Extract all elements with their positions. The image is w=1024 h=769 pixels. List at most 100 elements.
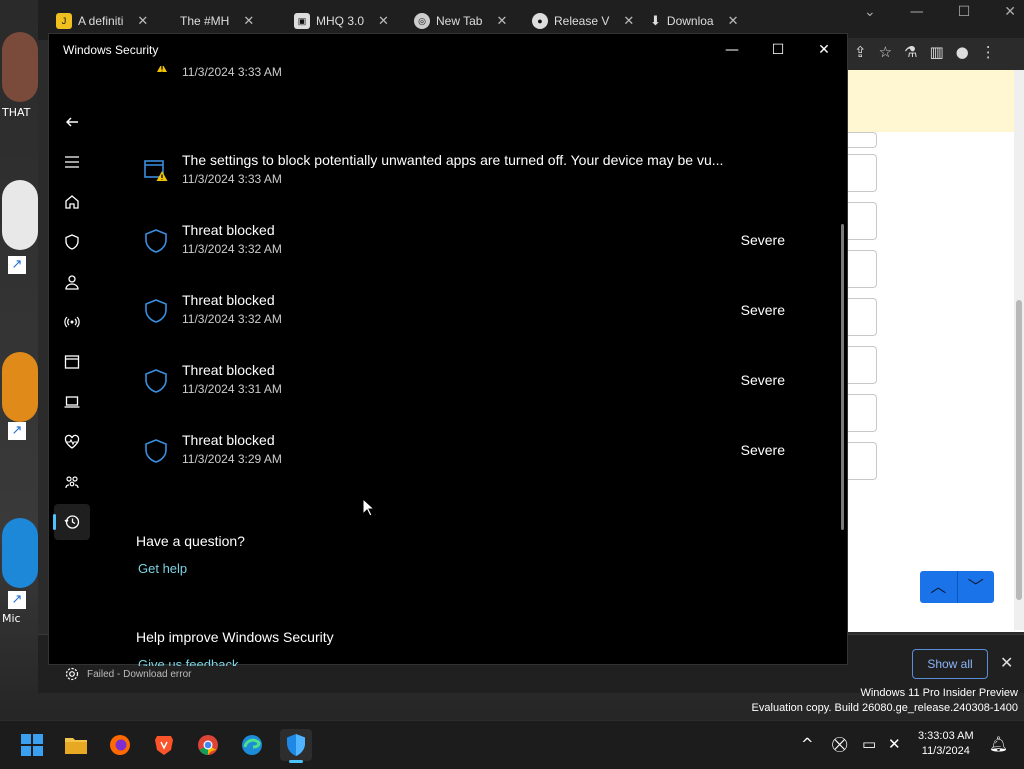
home-icon[interactable] [54, 184, 90, 220]
maximize-icon[interactable]: ☐ [755, 34, 801, 66]
chevron-up-icon[interactable]: ^ [801, 735, 814, 753]
desktop-app-icon[interactable] [2, 352, 38, 422]
device-security-laptop-icon[interactable] [54, 384, 90, 420]
history-item-title: Threat blocked [182, 222, 275, 238]
chrome-icon: ◎ [414, 13, 430, 29]
extension-icon[interactable]: ⚗ [904, 43, 917, 61]
watermark-line: Windows 11 Pro Insider Preview [860, 687, 1018, 699]
windows-security-taskbar-icon[interactable] [280, 729, 312, 763]
more-menu-icon[interactable]: ⋮ [981, 43, 996, 61]
close-icon[interactable]: ✕ [623, 13, 634, 29]
content-scrollbar[interactable] [841, 224, 844, 530]
chevron-up-icon[interactable]: ︿ [920, 571, 958, 603]
maximize-icon[interactable]: ☐ [958, 4, 971, 20]
browser-tab[interactable]: J A definiti ✕ [56, 8, 148, 34]
chrome-icon[interactable] [192, 729, 224, 761]
severity-label: Severe [740, 232, 785, 248]
history-item-title: Threat blocked [182, 362, 275, 378]
warning-icon [157, 66, 167, 72]
browser-tab[interactable]: ⬇ Downloa ✕ [650, 8, 739, 34]
start-windows-icon[interactable] [16, 729, 48, 761]
page-box[interactable] [848, 346, 877, 384]
volume-muted-icon[interactable]: ✕ [888, 735, 901, 753]
window-title: Windows Security [63, 43, 159, 57]
shortcut-arrow-icon: ↗ [8, 591, 26, 609]
app-browser-control-icon[interactable] [54, 344, 90, 380]
back-icon[interactable] [54, 104, 90, 140]
get-help-link[interactable]: Get help [138, 561, 187, 576]
notification-banner [848, 70, 1024, 132]
shortcut-arrow-icon: ↗ [8, 256, 26, 274]
tab-label: Downloa [666, 14, 714, 28]
show-all-button[interactable]: Show all [912, 649, 988, 679]
shield-icon [145, 229, 167, 253]
menu-icon[interactable] [54, 144, 90, 180]
share-icon[interactable]: ⇪ [854, 43, 867, 61]
page-box[interactable] [848, 442, 877, 480]
page-scrollbar[interactable] [1014, 70, 1024, 630]
virus-protection-shield-icon[interactable] [54, 224, 90, 260]
browser-tab[interactable]: The #MH ✕ [180, 8, 254, 34]
feedback-link[interactable]: Give us feedback [138, 657, 238, 666]
file-explorer-icon[interactable] [60, 729, 92, 761]
history-item[interactable]: Threat blocked 11/3/2024 3:29 AM Severe [135, 432, 795, 488]
github-icon: ● [532, 13, 548, 29]
protection-history-icon[interactable] [53, 504, 90, 540]
minimize-icon[interactable]: — [709, 34, 755, 66]
page-box[interactable] [848, 154, 877, 192]
desktop-app-icon[interactable] [2, 180, 38, 250]
close-icon[interactable]: ✕ [137, 13, 148, 29]
account-protection-icon[interactable] [54, 264, 90, 300]
close-icon[interactable]: ✕ [728, 13, 739, 29]
browser-tab[interactable]: ◎ New Tab ✕ [414, 8, 507, 34]
profile-icon[interactable]: ● [956, 43, 969, 61]
display-icon[interactable]: ▭ [862, 735, 876, 753]
sidebar-icon[interactable]: ▥ [929, 43, 943, 61]
edge-icon[interactable] [236, 729, 268, 761]
settings-gear-icon[interactable] [54, 656, 90, 692]
brave-icon[interactable] [148, 729, 180, 761]
severity-label: Severe [740, 372, 785, 388]
family-options-icon[interactable] [54, 464, 90, 500]
history-item[interactable]: Threat blocked 11/3/2024 3:32 AM Severe [135, 222, 795, 278]
close-icon[interactable]: ✕ [378, 13, 389, 29]
tab-label: A definiti [78, 14, 124, 28]
page-box[interactable] [848, 298, 877, 336]
history-item[interactable]: 11/3/2024 3:33 AM [135, 66, 795, 101]
network-offline-icon[interactable]: ⛒ [832, 735, 847, 753]
chevron-down-icon[interactable]: ⌄ [864, 4, 876, 20]
page-box[interactable] [848, 394, 877, 432]
browser-tab[interactable]: ● Release V ✕ [532, 8, 634, 34]
close-icon[interactable]: ✕ [1004, 4, 1016, 20]
close-icon[interactable]: ✕ [1000, 653, 1013, 672]
severity-label: Severe [740, 442, 785, 458]
close-icon[interactable]: ✕ [801, 34, 847, 66]
page-box[interactable] [848, 250, 877, 288]
bookmark-star-icon[interactable]: ☆ [879, 43, 892, 61]
browser-tab[interactable]: ▣ MHQ 3.0 ✕ [294, 8, 389, 34]
desktop-app-icon[interactable] [2, 518, 38, 588]
firefox-icon[interactable] [104, 729, 136, 761]
notification-bell-icon[interactable]: 🔔︎ [989, 735, 1008, 753]
page-box[interactable] [848, 132, 877, 148]
chevron-down-icon[interactable]: ﹀ [958, 571, 995, 603]
desktop-shortcut-thumbnail[interactable] [2, 32, 38, 102]
download-status: Failed - Download error [87, 669, 192, 680]
protection-history-content: 11/3/2024 3:33 AM The settings to block … [135, 66, 835, 666]
history-item[interactable]: The settings to block potentially unwant… [135, 152, 795, 208]
history-item[interactable]: Threat blocked 11/3/2024 3:32 AM Severe [135, 292, 795, 348]
history-item[interactable]: Threat blocked 11/3/2024 3:31 AM Severe [135, 362, 795, 418]
taskbar-clock[interactable]: 3:33:03 AM 11/3/2024 [918, 729, 974, 759]
firewall-network-icon[interactable] [54, 304, 90, 340]
close-icon[interactable]: ✕ [243, 13, 254, 29]
page-box[interactable] [848, 202, 877, 240]
close-icon[interactable]: ✕ [496, 13, 507, 29]
shield-icon [145, 369, 167, 393]
device-performance-heart-icon[interactable] [54, 424, 90, 460]
scrollbar-thumb[interactable] [1016, 300, 1022, 600]
joe-site-icon: J [56, 13, 72, 29]
page-nav-buttons: ︿ ﹀ [920, 571, 994, 603]
history-item-date: 11/3/2024 3:33 AM [182, 66, 282, 79]
minimize-icon[interactable]: — [910, 4, 924, 20]
navigation-rail [49, 66, 95, 681]
